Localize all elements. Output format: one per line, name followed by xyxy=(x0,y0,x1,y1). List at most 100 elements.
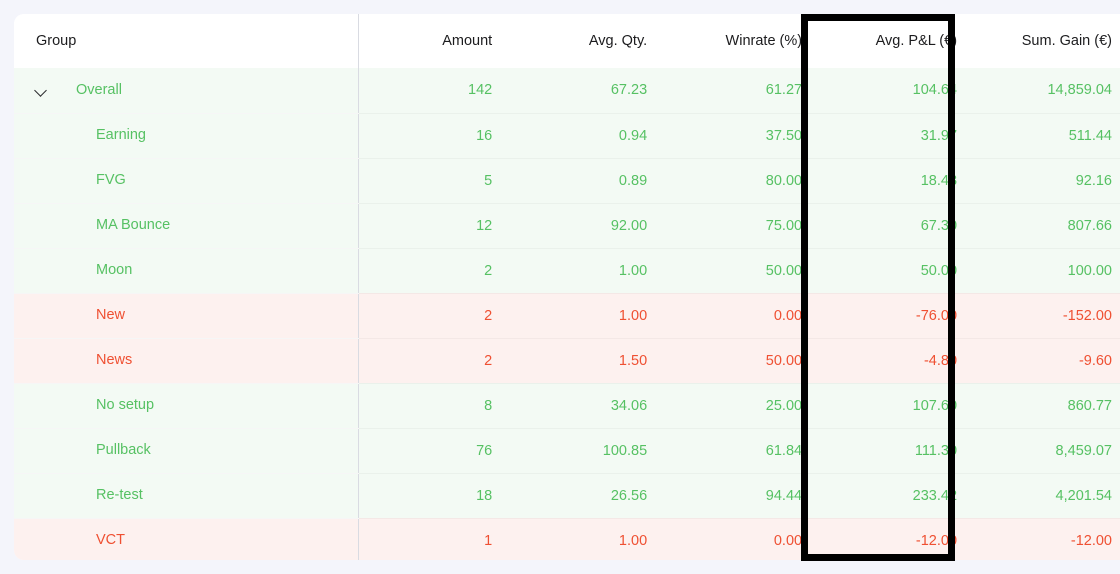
table-header-row: Group Amount Avg. Qty. Winrate (%) Avg. … xyxy=(14,14,1120,68)
cell-sum-gain: -9.60 xyxy=(979,338,1120,383)
cell-sum-gain: -12.00 xyxy=(979,518,1120,560)
cell-group[interactable]: VCT xyxy=(14,518,360,560)
column-header-amount[interactable]: Amount xyxy=(359,14,515,68)
table-row[interactable]: Moon 2 1.00 50.00 50.00 100.00 xyxy=(14,248,1120,293)
cell-winrate: 25.00 xyxy=(669,383,825,428)
cell-amount: 16 xyxy=(359,113,515,158)
cell-avg-qty: 1.00 xyxy=(514,293,670,338)
table-row[interactable]: News 2 1.50 50.00 -4.80 -9.60 xyxy=(14,338,1120,383)
cell-avg-qty: 34.06 xyxy=(514,383,670,428)
cell-group[interactable]: MA Bounce xyxy=(14,203,360,248)
cell-avg-pl: 67.30 xyxy=(824,203,980,248)
group-label: No setup xyxy=(96,397,155,414)
cell-group[interactable]: Moon xyxy=(14,248,360,293)
cell-amount: 2 xyxy=(359,248,515,293)
cell-winrate: 80.00 xyxy=(669,158,825,203)
group-label: Overall xyxy=(76,82,122,98)
cell-amount: 12 xyxy=(359,203,515,248)
cell-winrate: 50.00 xyxy=(669,338,825,383)
cell-avg-qty: 1.00 xyxy=(514,248,670,293)
cell-avg-qty: 100.85 xyxy=(514,428,670,473)
cell-winrate: 61.84 xyxy=(669,428,825,473)
cell-winrate: 75.00 xyxy=(669,203,825,248)
cell-sum-gain: 860.77 xyxy=(979,383,1120,428)
table-row[interactable]: Pullback 76 100.85 61.84 111.30 8,459.07 xyxy=(14,428,1120,473)
cell-avg-pl: 104.64 xyxy=(824,68,980,113)
group-label: News xyxy=(96,352,133,369)
cell-sum-gain: 807.66 xyxy=(979,203,1120,248)
cell-avg-pl: 50.00 xyxy=(824,248,980,293)
cell-winrate: 50.00 xyxy=(669,248,825,293)
expand-toggle-slot[interactable] xyxy=(36,85,76,96)
chevron-down-icon[interactable] xyxy=(36,85,47,96)
table-row[interactable]: Overall 142 67.23 61.27 104.64 14,859.04 xyxy=(14,68,1120,113)
cell-avg-qty: 67.23 xyxy=(514,68,670,113)
cell-avg-pl: 233.42 xyxy=(824,473,980,518)
cell-sum-gain: 4,201.54 xyxy=(979,473,1120,518)
cell-avg-pl: 107.60 xyxy=(824,383,980,428)
cell-group[interactable]: Overall xyxy=(14,68,360,113)
table-row[interactable]: New 2 1.00 0.00 -76.00 -152.00 xyxy=(14,293,1120,338)
table-row[interactable]: Re-test 18 26.56 94.44 233.42 4,201.54 xyxy=(14,473,1120,518)
cell-group[interactable]: Pullback xyxy=(14,428,360,473)
cell-avg-qty: 1.50 xyxy=(514,338,670,383)
cell-amount: 1 xyxy=(359,518,515,560)
group-statistics-table: Group Amount Avg. Qty. Winrate (%) Avg. … xyxy=(14,14,1120,560)
cell-group[interactable]: No setup xyxy=(14,383,360,428)
cell-sum-gain: 8,459.07 xyxy=(979,428,1120,473)
cell-winrate: 0.00 xyxy=(669,518,825,560)
group-label: Moon xyxy=(96,262,133,279)
table-row[interactable]: FVG 5 0.89 80.00 18.43 92.16 xyxy=(14,158,1120,203)
column-header-group[interactable]: Group xyxy=(14,14,360,68)
column-header-avg-qty[interactable]: Avg. Qty. xyxy=(514,14,670,68)
group-statistics-table-card: Group Amount Avg. Qty. Winrate (%) Avg. … xyxy=(14,14,1120,560)
group-label: MA Bounce xyxy=(96,217,171,234)
cell-avg-qty: 26.56 xyxy=(514,473,670,518)
cell-sum-gain: 100.00 xyxy=(979,248,1120,293)
cell-amount: 76 xyxy=(359,428,515,473)
cell-avg-qty: 92.00 xyxy=(514,203,670,248)
table-row[interactable]: VCT 1 1.00 0.00 -12.00 -12.00 xyxy=(14,518,1120,560)
column-header-sum-gain[interactable]: Sum. Gain (€) xyxy=(979,14,1120,68)
cell-avg-pl: 111.30 xyxy=(824,428,980,473)
page-root: Group Amount Avg. Qty. Winrate (%) Avg. … xyxy=(0,0,1120,574)
cell-amount: 142 xyxy=(359,68,515,113)
cell-group[interactable]: FVG xyxy=(14,158,360,203)
cell-group[interactable]: Earning xyxy=(14,113,360,158)
cell-amount: 2 xyxy=(359,338,515,383)
cell-winrate: 37.50 xyxy=(669,113,825,158)
cell-avg-pl: -12.00 xyxy=(824,518,980,560)
cell-amount: 8 xyxy=(359,383,515,428)
cell-avg-pl: 31.97 xyxy=(824,113,980,158)
cell-amount: 5 xyxy=(359,158,515,203)
cell-avg-qty: 0.89 xyxy=(514,158,670,203)
group-label: New xyxy=(96,307,126,324)
group-label: Pullback xyxy=(96,442,151,459)
cell-winrate: 0.00 xyxy=(669,293,825,338)
cell-amount: 2 xyxy=(359,293,515,338)
cell-avg-pl: -76.00 xyxy=(824,293,980,338)
group-label: Earning xyxy=(96,127,146,144)
cell-avg-qty: 0.94 xyxy=(514,113,670,158)
column-header-avg-pl[interactable]: Avg. P&L (€) xyxy=(824,14,980,68)
cell-winrate: 61.27 xyxy=(669,68,825,113)
table-body: Overall 142 67.23 61.27 104.64 14,859.04 Earni… xyxy=(14,68,1120,560)
group-label: VCT xyxy=(96,532,125,549)
table-row[interactable]: Earning 16 0.94 37.50 31.97 511.44 xyxy=(14,113,1120,158)
column-header-winrate[interactable]: Winrate (%) xyxy=(669,14,825,68)
cell-group[interactable]: Re-test xyxy=(14,473,360,518)
cell-avg-qty: 1.00 xyxy=(514,518,670,560)
group-label: Re-test xyxy=(96,487,143,504)
cell-sum-gain: 14,859.04 xyxy=(979,68,1120,113)
cell-group[interactable]: News xyxy=(14,338,360,383)
cell-sum-gain: 92.16 xyxy=(979,158,1120,203)
cell-sum-gain: -152.00 xyxy=(979,293,1120,338)
group-label: FVG xyxy=(96,172,126,189)
cell-group[interactable]: New xyxy=(14,293,360,338)
cell-avg-pl: 18.43 xyxy=(824,158,980,203)
cell-avg-pl: -4.80 xyxy=(824,338,980,383)
cell-sum-gain: 511.44 xyxy=(979,113,1120,158)
table-row[interactable]: MA Bounce 12 92.00 75.00 67.30 807.66 xyxy=(14,203,1120,248)
table-row[interactable]: No setup 8 34.06 25.00 107.60 860.77 xyxy=(14,383,1120,428)
cell-winrate: 94.44 xyxy=(669,473,825,518)
